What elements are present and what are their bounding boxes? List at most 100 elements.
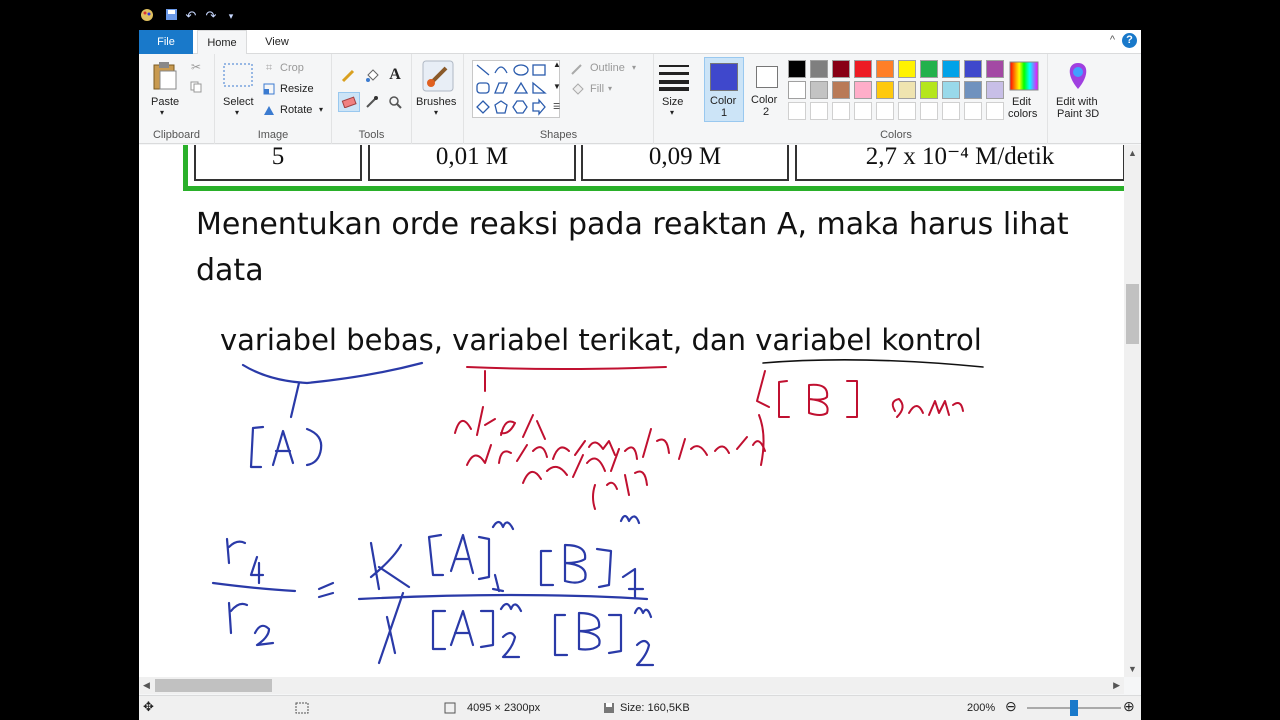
shapes-scroll-down-icon[interactable]: ▼: [553, 82, 561, 91]
paint3d-label-2[interactable]: Paint 3D: [1057, 108, 1099, 120]
palette-custom-slot[interactable]: [832, 102, 850, 120]
scroll-left-icon[interactable]: ◀: [143, 680, 150, 691]
rotate-dropdown-icon[interactable]: ▾: [319, 105, 323, 114]
vertical-scrollbar[interactable]: ▲ ▼: [1124, 145, 1141, 677]
tools-group: A Tools: [332, 54, 412, 144]
ink-kontrol-underline: [762, 359, 984, 368]
redo-icon[interactable]: ↷: [203, 8, 219, 24]
text-tool-icon[interactable]: A: [387, 66, 403, 84]
size-dropdown-icon[interactable]: ▾: [670, 108, 674, 117]
palette-swatch[interactable]: [854, 60, 872, 78]
brushes-label[interactable]: Brushes: [416, 96, 456, 108]
tab-home[interactable]: Home: [197, 30, 247, 55]
rotate-icon[interactable]: [263, 104, 275, 116]
palette-swatch[interactable]: [854, 81, 872, 99]
zoom-in-icon[interactable]: ⊕: [1123, 698, 1135, 715]
color1-button[interactable]: Color 1: [704, 57, 744, 122]
palette-custom-slot[interactable]: [788, 102, 806, 120]
minimize-ribbon-icon[interactable]: ^: [1110, 34, 1115, 46]
palette-swatch[interactable]: [920, 60, 938, 78]
palette-custom-slot[interactable]: [810, 102, 828, 120]
edit-colors-label-2[interactable]: colors: [1008, 108, 1037, 120]
palette-swatch[interactable]: [898, 81, 916, 99]
paint3d-icon[interactable]: [1062, 60, 1094, 92]
palette-swatch[interactable]: [810, 60, 828, 78]
palette-swatch[interactable]: [788, 60, 806, 78]
color1-number: 1: [721, 107, 728, 119]
brushes-dropdown-icon[interactable]: ▾: [434, 108, 438, 117]
palette-swatch[interactable]: [832, 81, 850, 99]
fill-bucket-icon[interactable]: [364, 68, 380, 84]
palette-swatch[interactable]: [986, 81, 1004, 99]
palette-swatch[interactable]: [898, 60, 916, 78]
select-dropdown-icon[interactable]: ▾: [235, 108, 239, 117]
palette-swatch[interactable]: [832, 60, 850, 78]
select-label[interactable]: Select: [223, 96, 254, 108]
file-size-icon: [603, 702, 615, 717]
color2-button[interactable]: Color 2: [746, 57, 786, 122]
palette-custom-slot[interactable]: [876, 102, 894, 120]
palette-custom-slot[interactable]: [942, 102, 960, 120]
crop-label: Crop: [280, 62, 304, 74]
save-icon[interactable]: [163, 8, 179, 24]
tab-file[interactable]: File: [139, 30, 193, 54]
crop-icon: ⌗: [265, 61, 273, 74]
shapes-scroll-up-icon[interactable]: ▲: [553, 60, 561, 69]
cut-icon[interactable]: ✂: [189, 60, 203, 74]
size-icon[interactable]: [658, 62, 690, 92]
edit-colors-label-1[interactable]: Edit: [1012, 96, 1031, 108]
palette-swatch[interactable]: [876, 81, 894, 99]
help-icon[interactable]: ?: [1122, 33, 1137, 48]
palette-swatch[interactable]: [920, 81, 938, 99]
palette-custom-slot[interactable]: [986, 102, 1004, 120]
paint3d-group: Edit with Paint 3D: [1048, 54, 1108, 144]
scroll-down-icon[interactable]: ▼: [1128, 664, 1137, 674]
resize-icon[interactable]: [263, 83, 275, 95]
undo-icon[interactable]: ↶: [183, 8, 199, 24]
shapes-gallery[interactable]: [472, 60, 560, 118]
paste-dropdown-icon[interactable]: ▾: [160, 108, 164, 117]
vertical-scroll-thumb[interactable]: [1126, 284, 1139, 344]
brushes-icon[interactable]: [422, 60, 454, 92]
resize-label[interactable]: Resize: [280, 83, 314, 95]
tab-view[interactable]: View: [255, 30, 299, 54]
pencil-icon[interactable]: [340, 68, 356, 84]
scroll-right-icon[interactable]: ▶: [1113, 680, 1120, 691]
palette-swatch[interactable]: [788, 81, 806, 99]
eraser-icon[interactable]: [338, 92, 360, 112]
edit-colors-icon[interactable]: [1008, 60, 1040, 92]
paste-icon[interactable]: [151, 60, 179, 92]
select-icon[interactable]: [223, 62, 253, 88]
palette-swatch[interactable]: [876, 60, 894, 78]
palette-custom-slot[interactable]: [898, 102, 916, 120]
ink-kontrol-annotation: [756, 370, 964, 418]
palette-swatch[interactable]: [964, 60, 982, 78]
palette-custom-slot[interactable]: [964, 102, 982, 120]
status-bar: ✥ 4095 × 2300px Size: 160,5KB 200% ⊖ ⊕: [139, 695, 1141, 720]
image-dimensions: 4095 × 2300px: [467, 702, 541, 714]
palette-swatch[interactable]: [810, 81, 828, 99]
color2-swatch: [756, 66, 778, 88]
selection-size-icon: [295, 702, 309, 717]
horizontal-scroll-thumb[interactable]: [155, 679, 272, 692]
paste-label[interactable]: Paste: [151, 96, 179, 108]
rotate-label[interactable]: Rotate: [280, 104, 312, 116]
customize-qa-icon[interactable]: ▾: [223, 8, 239, 24]
size-label[interactable]: Size: [662, 96, 683, 108]
palette-swatch[interactable]: [942, 81, 960, 99]
magnifier-icon[interactable]: [387, 94, 403, 110]
palette-swatch[interactable]: [942, 60, 960, 78]
palette-swatch[interactable]: [986, 60, 1004, 78]
copy-icon[interactable]: [189, 80, 203, 94]
shapes-more-icon[interactable]: ☰: [553, 102, 560, 111]
horizontal-scrollbar[interactable]: ◀ ▶: [139, 677, 1124, 694]
palette-custom-slot[interactable]: [920, 102, 938, 120]
scroll-up-icon[interactable]: ▲: [1128, 148, 1137, 158]
paint3d-label-1[interactable]: Edit with: [1056, 96, 1098, 108]
palette-custom-slot[interactable]: [854, 102, 872, 120]
color-picker-icon[interactable]: [364, 94, 380, 110]
zoom-slider-thumb[interactable]: [1070, 700, 1078, 716]
zoom-out-icon[interactable]: ⊖: [1005, 698, 1017, 715]
palette-swatch[interactable]: [964, 81, 982, 99]
canvas[interactable]: 5 0,01 M 0,09 M 2,7 x 10⁻⁴ M/detik Menen…: [139, 145, 1124, 677]
